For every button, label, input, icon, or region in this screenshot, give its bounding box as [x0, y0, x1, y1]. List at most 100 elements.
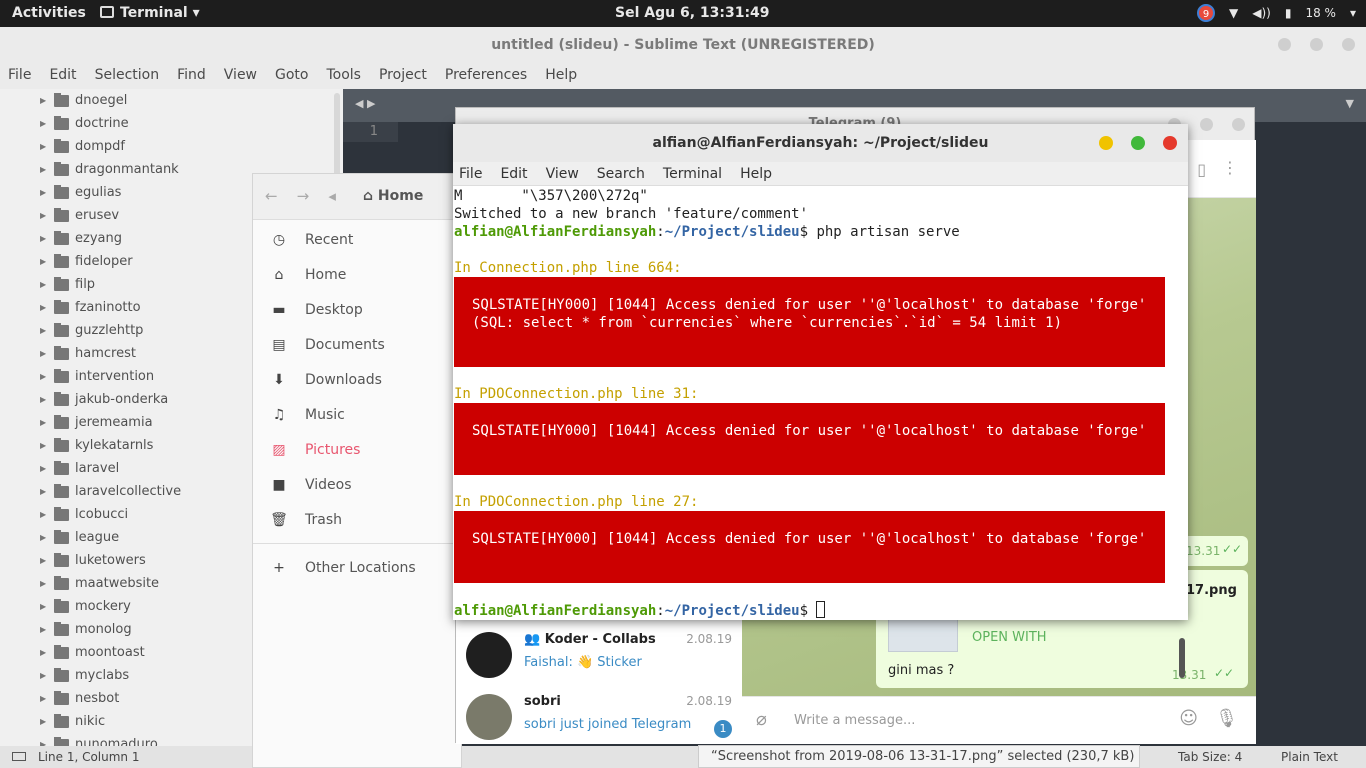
syntax-selector[interactable]: Plain Text	[1281, 746, 1338, 768]
expand-arrow-icon[interactable]: ▶	[40, 694, 54, 703]
back-icon[interactable]: ←	[265, 187, 278, 205]
minimize-button[interactable]	[1099, 136, 1113, 150]
expand-arrow-icon[interactable]: ▶	[40, 165, 54, 174]
menu-help[interactable]: Help	[545, 63, 577, 89]
chat-item[interactable]: 👥 Koder - Collabs 2.08.19 Faishal: 👋 Sti…	[456, 622, 742, 684]
scrollbar[interactable]	[1179, 638, 1185, 678]
path-home[interactable]: ⌂ Home	[363, 188, 423, 204]
menu-help[interactable]: Help	[740, 162, 772, 185]
more-icon[interactable]: ⋮	[1222, 158, 1238, 177]
expand-arrow-icon[interactable]: ▶	[40, 602, 54, 611]
prompt-symbol: $	[799, 603, 817, 619]
forward-icon[interactable]: →	[297, 187, 310, 205]
expand-arrow-icon[interactable]: ▶	[40, 441, 54, 450]
expand-arrow-icon[interactable]: ▶	[40, 372, 54, 381]
place-music[interactable]: ♫ Music	[253, 397, 461, 432]
expand-arrow-icon[interactable]: ▶	[40, 556, 54, 565]
chat-item[interactable]: sobri 2.08.19 sobri just joined Telegram…	[456, 684, 742, 746]
tab-nav-icon[interactable]: ◀ ▶	[355, 97, 375, 110]
place-downloads[interactable]: ⬇ Downloads	[253, 362, 461, 397]
folder-label: laravel	[75, 461, 120, 476]
message-input[interactable]: ⌀ Write a message... ☺ 🎙	[742, 696, 1256, 744]
app-menu[interactable]: Terminal ▾	[100, 5, 200, 21]
place-videos[interactable]: ■ Videos	[253, 467, 461, 502]
menu-file[interactable]: File	[459, 162, 482, 185]
expand-arrow-icon[interactable]: ▶	[40, 349, 54, 358]
tab-size[interactable]: Tab Size: 4	[1178, 746, 1242, 768]
menu-edit[interactable]: Edit	[49, 63, 76, 89]
tg-maximize-button[interactable]	[1200, 118, 1213, 131]
expand-arrow-icon[interactable]: ▶	[40, 280, 54, 289]
tg-close-button[interactable]	[1232, 118, 1245, 131]
prompt-user: alfian@AlfianFerdiansyah	[454, 224, 657, 240]
menu-edit[interactable]: Edit	[500, 162, 527, 185]
place-trash[interactable]: 🗑 Trash	[253, 502, 461, 537]
menu-tools[interactable]: Tools	[326, 63, 361, 89]
expand-arrow-icon[interactable]: ▶	[40, 487, 54, 496]
expand-arrow-icon[interactable]: ▶	[40, 533, 54, 542]
expand-arrow-icon[interactable]: ▶	[40, 717, 54, 726]
tab-menu-icon[interactable]: ▼	[1346, 97, 1354, 110]
close-button[interactable]	[1342, 38, 1355, 51]
menu-selection[interactable]: Selection	[95, 63, 160, 89]
path-left-icon[interactable]: ◂	[328, 187, 336, 205]
microphone-icon[interactable]: 🎙	[1215, 708, 1238, 729]
place-pictures[interactable]: ▨ Pictures	[253, 432, 461, 467]
menu-terminal[interactable]: Terminal	[663, 162, 722, 185]
menu-file[interactable]: File	[8, 63, 31, 89]
expand-arrow-icon[interactable]: ▶	[40, 510, 54, 519]
expand-arrow-icon[interactable]: ▶	[40, 418, 54, 427]
place-documents[interactable]: ▤ Documents	[253, 327, 461, 362]
expand-arrow-icon[interactable]: ▶	[40, 648, 54, 657]
activities-button[interactable]: Activities	[12, 5, 86, 21]
expand-arrow-icon[interactable]: ▶	[40, 211, 54, 220]
close-button[interactable]	[1163, 136, 1177, 150]
folder-label: nesbot	[75, 691, 120, 706]
chat-date: 2.08.19	[686, 632, 732, 646]
folder-icon	[54, 391, 69, 406]
open-with-link[interactable]: OPEN WITH	[972, 630, 1047, 645]
expand-arrow-icon[interactable]: ▶	[40, 96, 54, 105]
notification-badge[interactable]: 9	[1197, 4, 1216, 22]
place-recent[interactable]: ◷ Recent	[253, 222, 461, 257]
menu-preferences[interactable]: Preferences	[445, 63, 527, 89]
folder-icon	[54, 736, 69, 746]
attach-icon[interactable]: ⌀	[756, 709, 767, 730]
menu-search[interactable]: Search	[597, 162, 645, 185]
expand-arrow-icon[interactable]: ▶	[40, 326, 54, 335]
clock[interactable]: Sel Agu 6, 13:31:49	[615, 5, 770, 21]
expand-arrow-icon[interactable]: ▶	[40, 257, 54, 266]
menu-goto[interactable]: Goto	[275, 63, 308, 89]
place-desktop[interactable]: ▬ Desktop	[253, 292, 461, 327]
expand-arrow-icon[interactable]: ▶	[40, 188, 54, 197]
folder-item[interactable]: ▶ dnoegel	[0, 89, 343, 112]
expand-arrow-icon[interactable]: ▶	[40, 671, 54, 680]
expand-arrow-icon[interactable]: ▶	[40, 395, 54, 404]
expand-arrow-icon[interactable]: ▶	[40, 579, 54, 588]
folder-icon	[54, 529, 69, 544]
emoji-icon[interactable]: ☺	[1179, 708, 1198, 729]
other-locations[interactable]: + Other Locations	[253, 550, 461, 585]
menu-view[interactable]: View	[224, 63, 257, 89]
folder-icon	[54, 345, 69, 360]
expand-arrow-icon[interactable]: ▶	[40, 142, 54, 151]
expand-arrow-icon[interactable]: ▶	[40, 234, 54, 243]
folder-item[interactable]: ▶ doctrine	[0, 112, 343, 135]
read-check-icon: ✓✓	[1214, 666, 1235, 680]
folder-item[interactable]: ▶ dompdf	[0, 135, 343, 158]
sidebar-toggle-icon[interactable]: ▯	[1197, 160, 1206, 179]
expand-arrow-icon[interactable]: ▶	[40, 303, 54, 312]
menu-view[interactable]: View	[546, 162, 579, 185]
menu-project[interactable]: Project	[379, 63, 427, 89]
maximize-button[interactable]	[1310, 38, 1323, 51]
panel-toggle-icon[interactable]	[12, 752, 26, 761]
maximize-button[interactable]	[1131, 136, 1145, 150]
menu-find[interactable]: Find	[177, 63, 206, 89]
system-tray[interactable]: 9 ▼ ◀)) ▮ 18 % ▾	[1197, 4, 1356, 22]
expand-arrow-icon[interactable]: ▶	[40, 119, 54, 128]
place-home[interactable]: ⌂ Home	[253, 257, 461, 292]
terminal-output[interactable]: M "\357\200\272q" Switched to a new bran…	[453, 186, 1188, 678]
expand-arrow-icon[interactable]: ▶	[40, 625, 54, 634]
expand-arrow-icon[interactable]: ▶	[40, 464, 54, 473]
minimize-button[interactable]	[1278, 38, 1291, 51]
